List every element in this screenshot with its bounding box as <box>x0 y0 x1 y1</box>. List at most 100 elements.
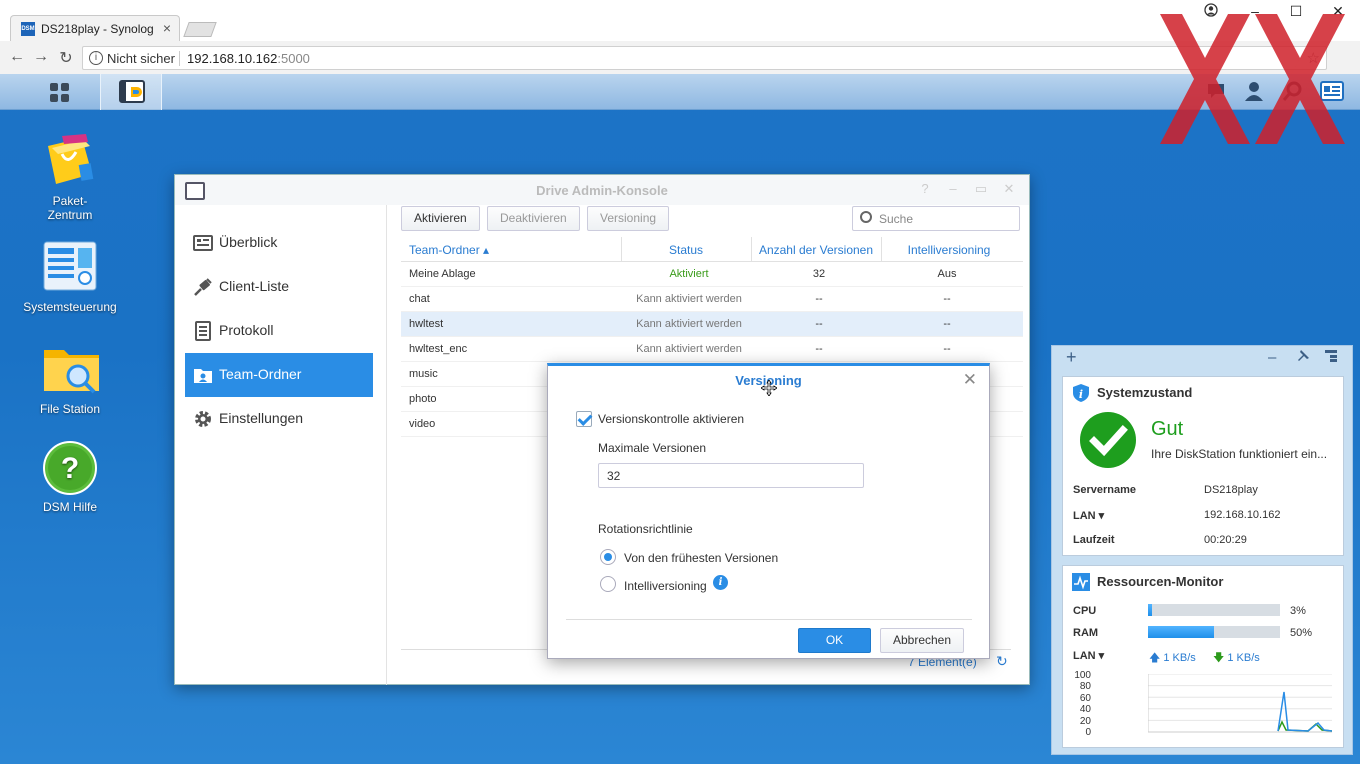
browser-chrome: DSM DS218play - Synology DiskStation × –… <box>0 0 1360 74</box>
activate-button[interactable]: Aktivieren <box>401 206 480 231</box>
help-question-icon[interactable]: ? <box>915 181 935 196</box>
drive-admin-app-icon <box>119 80 145 103</box>
column-header-team-folder[interactable]: Team-Ordner ▴ <box>409 243 489 257</box>
radio-intelliversioning[interactable] <box>600 576 616 592</box>
maximize-window-icon[interactable]: ☐ <box>1281 3 1311 20</box>
upload-rate: 🡅 1 KB/s <box>1149 649 1196 668</box>
table-row[interactable]: hwltest_enc Kann aktiviert werden -- -- <box>401 337 1023 362</box>
upload-arrow-icon: 🡅 <box>1149 652 1161 664</box>
column-header-versions[interactable]: Anzahl der Versionen <box>751 243 881 257</box>
table-row[interactable]: hwltest Kann aktiviert werden -- -- <box>401 312 1023 337</box>
dsm-taskbar <box>0 74 1360 110</box>
package-center-icon <box>42 134 98 190</box>
minimize-icon[interactable]: – <box>943 181 963 196</box>
table-row[interactable]: chat Kann aktiviert werden -- -- <box>401 287 1023 312</box>
close-icon[interactable]: ✕ <box>999 181 1019 197</box>
minimize-window-icon[interactable]: – <box>1240 3 1270 19</box>
svg-text:i: i <box>1079 388 1083 401</box>
desktop-icon-label: Systemsteuerung <box>23 300 117 314</box>
y-tick-label: 0 <box>1085 727 1091 738</box>
notifications-icon[interactable] <box>1204 80 1228 104</box>
profile-icon[interactable] <box>1196 3 1226 20</box>
widgets-toggle-icon[interactable] <box>1320 80 1344 104</box>
cell-status: Kann aktiviert werden <box>636 343 742 355</box>
cell-status: Kann aktiviert werden <box>636 318 742 330</box>
minimize-widget-icon[interactable]: – <box>1268 349 1276 366</box>
pin-icon[interactable] <box>1296 349 1310 367</box>
desktop-icon-package-center[interactable]: Paket- Zentrum <box>20 134 120 222</box>
close-window-icon[interactable]: ✕ <box>1323 3 1353 20</box>
bookmark-star-icon[interactable]: ☆ <box>1307 49 1320 67</box>
sidebar-item-settings[interactable]: Einstellungen <box>185 397 373 441</box>
back-arrow-icon[interactable]: ← <box>7 48 27 66</box>
address-bar[interactable]: i Nicht sicher 192.168.10.162:5000 ☆ <box>82 46 1327 70</box>
widget-menu-icon[interactable] <box>1324 349 1338 367</box>
taskbar-drive-admin-button[interactable] <box>100 74 162 110</box>
tab-close-icon[interactable]: × <box>163 20 171 36</box>
health-status: Gut <box>1151 418 1184 440</box>
info-icon[interactable]: i <box>89 51 103 65</box>
cancel-button[interactable]: Abbrechen <box>880 628 964 653</box>
lan-dropdown[interactable]: LAN ▾ <box>1073 649 1104 662</box>
refresh-icon[interactable]: ↻ <box>996 653 1008 670</box>
check-circle-icon <box>1080 412 1136 468</box>
lan-dropdown[interactable]: LAN ▾ <box>1073 509 1104 522</box>
window-titlebar[interactable]: Drive Admin-Konsole ? – ▭ ✕ <box>175 175 1029 205</box>
new-tab-button[interactable] <box>183 22 217 37</box>
radio-earliest-versions[interactable] <box>600 549 616 565</box>
versioning-button[interactable]: Versioning <box>587 206 670 231</box>
info-icon[interactable]: i <box>713 575 728 590</box>
sidebar-divider <box>386 205 387 685</box>
info-shield-icon: i <box>1073 384 1089 402</box>
table-row[interactable]: Meine Ablage Aktiviert 32 Aus <box>401 262 1023 287</box>
search-icon <box>860 211 872 223</box>
uptime-label: Laufzeit <box>1073 534 1115 546</box>
user-icon[interactable] <box>1242 80 1266 104</box>
cell-versions: -- <box>815 318 823 330</box>
tab-strip: DSM DS218play - Synology DiskStation × –… <box>0 0 1360 41</box>
upload-series-line <box>1277 691 1332 732</box>
widget-panel: + – i Systemzustand Gut Ihre DiskStation… <box>1051 345 1353 755</box>
sidebar-item-client-list[interactable]: Client-Liste <box>185 265 373 309</box>
enable-versioning-label: Versionskontrolle aktivieren <box>598 412 745 426</box>
url-host: 192.168.10.162 <box>187 51 278 66</box>
cpu-label: CPU <box>1073 605 1097 617</box>
maximize-icon[interactable]: ▭ <box>971 181 991 197</box>
enable-versioning-checkbox[interactable] <box>576 411 592 427</box>
download-value: 1 KB/s <box>1227 652 1260 664</box>
dialog-close-icon[interactable]: ✕ <box>963 370 977 390</box>
column-header-status[interactable]: Status <box>621 243 751 257</box>
reload-icon[interactable]: ↻ <box>56 48 76 68</box>
desktop-icon-dsm-help[interactable]: ? DSM Hilfe <box>20 440 120 514</box>
desktop-icon-file-station[interactable]: File Station <box>20 342 120 416</box>
radio-intelliversioning-label: Intelliversioning <box>624 579 707 593</box>
search-input[interactable] <box>879 210 1014 228</box>
cell-intelliversioning: -- <box>943 343 951 355</box>
cell-name: video <box>409 418 436 430</box>
y-tick-label: 40 <box>1079 704 1091 715</box>
network-chart <box>1148 674 1332 733</box>
browser-toolbar: ← → ↻ i Nicht sicher 192.168.10.162:5000… <box>0 41 1360 74</box>
desktop-icon-control-panel[interactable]: Systemsteuerung <box>20 240 120 314</box>
sidebar-item-label: Client-Liste <box>219 278 290 294</box>
column-header-intelliversioning[interactable]: Intelliversioning <box>881 243 1017 257</box>
search-field[interactable] <box>852 206 1020 231</box>
cell-versions: -- <box>815 343 823 355</box>
search-icon[interactable] <box>1281 80 1305 104</box>
sidebar-item-overview[interactable]: Überblick <box>185 221 373 265</box>
log-icon <box>195 321 211 341</box>
add-widget-icon[interactable]: + <box>1066 347 1077 368</box>
main-menu-button[interactable] <box>20 74 100 110</box>
ok-button[interactable]: OK <box>798 628 871 653</box>
forward-arrow-icon[interactable]: → <box>31 48 51 66</box>
sidebar-item-label: Team-Ordner <box>219 366 302 382</box>
y-tick-label: 60 <box>1079 693 1091 704</box>
team-folder-icon <box>194 369 212 383</box>
browser-tab[interactable]: DSM DS218play - Synology DiskStation × <box>10 15 180 41</box>
widget-title: Systemzustand <box>1097 385 1193 400</box>
client-list-icon <box>194 278 212 296</box>
max-versions-input[interactable] <box>598 463 864 488</box>
sidebar-item-team-folder[interactable]: Team-Ordner <box>185 353 373 397</box>
sidebar-item-log[interactable]: Protokoll <box>185 309 373 353</box>
deactivate-button[interactable]: Deaktivieren <box>487 206 580 231</box>
